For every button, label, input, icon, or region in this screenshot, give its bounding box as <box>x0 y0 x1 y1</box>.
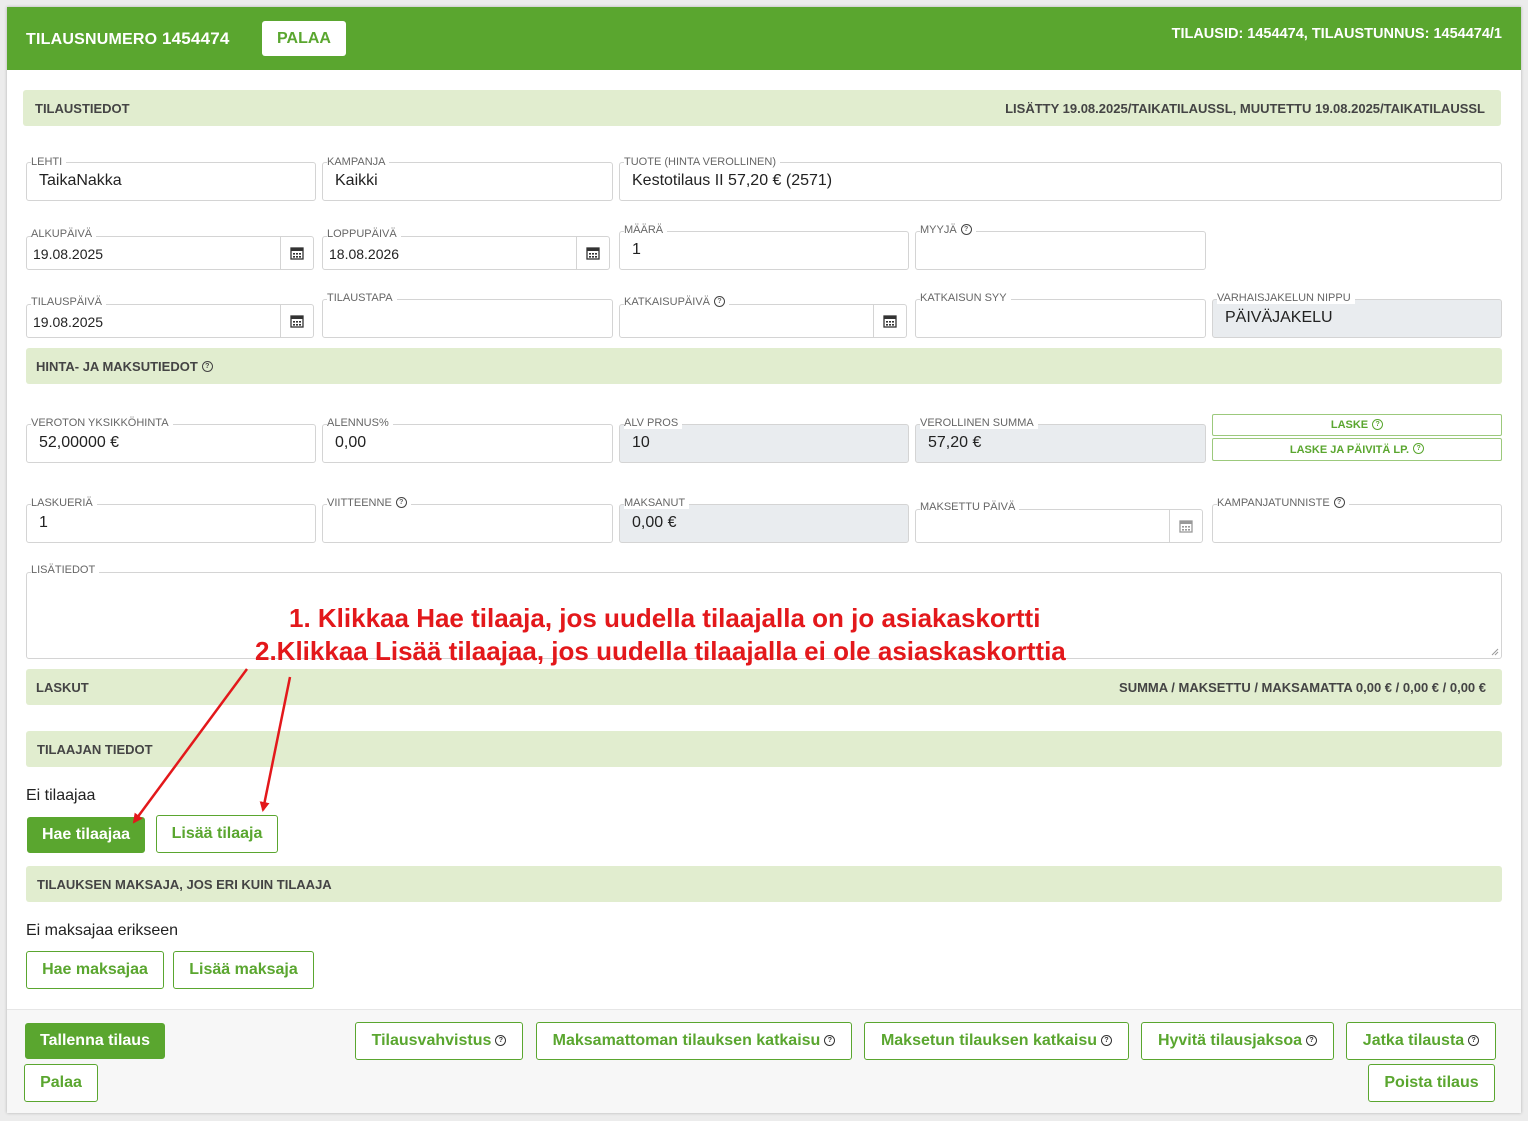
field-label: VEROLLINEN SUMMA <box>920 417 1038 429</box>
field-label: ALV PROS <box>624 417 683 429</box>
field-label-text: KAMPANJATUNNISTE <box>1217 497 1330 509</box>
help-icon[interactable]: ? <box>395 496 407 508</box>
help-icon[interactable]: ? <box>714 295 725 307</box>
field-label-text: MYYJÄ <box>920 224 957 236</box>
field-label: KAMPANJA <box>327 156 390 168</box>
field-label-text: VIITTEENNE <box>327 497 392 509</box>
field-label: MAKSETTU PÄIVÄ <box>920 501 1020 513</box>
field-label: KAMPANJATUNNISTE? <box>1217 496 1349 509</box>
field-label-text: KATKAISUPÄIVÄ <box>624 296 710 308</box>
field-label: TILAUSPÄIVÄ <box>31 296 106 308</box>
field-label: ALKUPÄIVÄ <box>31 228 97 240</box>
field-label: KATKAISUN SYY <box>920 292 1011 304</box>
field-label: LOPPUPÄIVÄ <box>327 228 401 240</box>
annotation-arrows <box>132 668 292 824</box>
field-label: LEHTI <box>31 156 67 168</box>
help-icon[interactable]: ? <box>960 223 972 235</box>
field-label: ALENNUS% <box>327 417 393 429</box>
arrow-to-find-subscriber <box>132 668 249 824</box>
field-label: LASKUERIÄ <box>31 497 97 509</box>
field-label: MYYJÄ? <box>920 223 976 236</box>
arrow-to-add-subscriber <box>259 676 292 812</box>
field-label: MAKSANUT <box>624 497 690 509</box>
field-label: TILAUSTAPA <box>327 292 397 304</box>
order-panel: TILAUSNUMERO 1454474 PALAA TILAUSID: 145… <box>7 7 1521 1113</box>
field-label: MÄÄRÄ <box>624 224 668 236</box>
field-label: VEROTON YKSIKKÖHINTA <box>31 417 173 429</box>
field-label: TUOTE (HINTA VEROLLINEN) <box>624 156 780 168</box>
help-icon[interactable]: ? <box>1333 496 1345 508</box>
field-label: LISÄTIEDOT <box>31 564 100 576</box>
field-label: VIITTEENNE? <box>327 496 411 509</box>
field-label: VARHAISJAKELUN NIPPU <box>1217 292 1355 304</box>
field-label: KATKAISUPÄIVÄ? <box>624 295 729 308</box>
